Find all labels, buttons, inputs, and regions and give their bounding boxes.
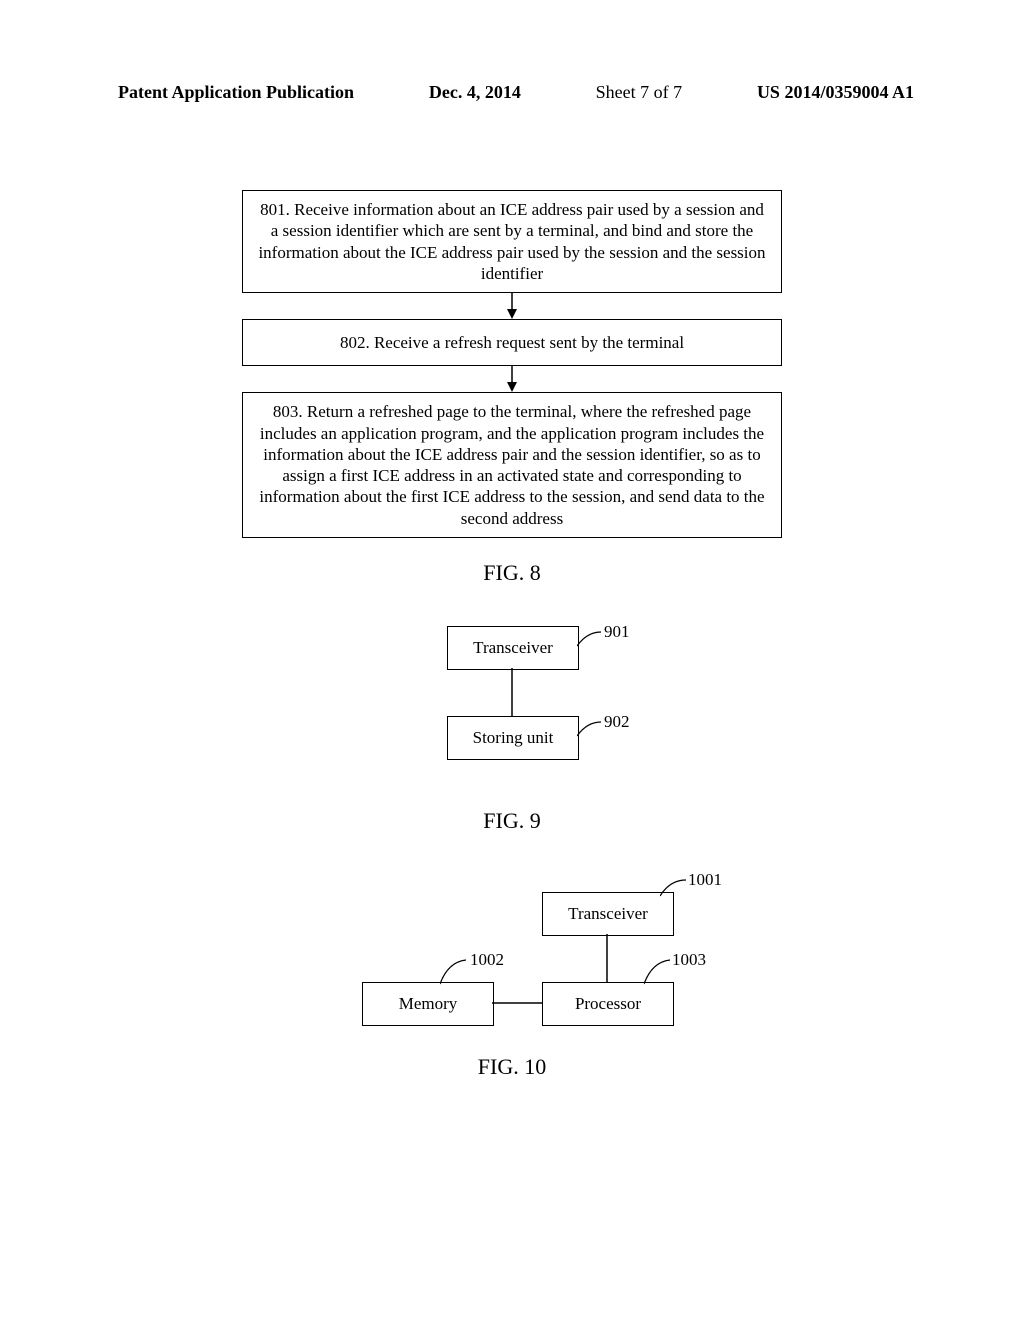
figure-10-label: FIG. 10: [0, 1054, 1024, 1080]
block-memory-1002: Memory: [362, 982, 494, 1026]
figure-9-label: FIG. 9: [0, 808, 1024, 834]
flow-box-801: 801. Receive information about an ICE ad…: [242, 190, 782, 293]
page-header: Patent Application Publication Dec. 4, 2…: [118, 82, 914, 103]
header-pubno: US 2014/0359004 A1: [757, 82, 914, 103]
header-sheet: Sheet 7 of 7: [596, 82, 682, 103]
arrow-icon: [242, 293, 782, 319]
flow-box-803: 803. Return a refreshed page to the term…: [242, 392, 782, 538]
figure-9: Transceiver 901 Storing unit 902: [242, 626, 782, 786]
block-storing-unit-902: Storing unit: [447, 716, 579, 760]
ref-1002: 1002: [470, 950, 504, 970]
ref-1003: 1003: [672, 950, 706, 970]
figure-8: 801. Receive information about an ICE ad…: [242, 190, 782, 538]
ref-1001: 1001: [688, 870, 722, 890]
page-content: 801. Receive information about an ICE ad…: [0, 190, 1024, 1120]
header-title: Patent Application Publication: [118, 82, 354, 103]
connector-line-icon: [511, 668, 513, 716]
connector-line-icon: [606, 934, 608, 982]
connector-line-icon: [492, 1002, 542, 1004]
ref-902: 902: [604, 712, 630, 732]
block-transceiver-901: Transceiver: [447, 626, 579, 670]
figure-10: Transceiver 1001 Memory 1002 Processor 1…: [242, 874, 782, 1044]
header-date: Dec. 4, 2014: [429, 82, 521, 103]
block-transceiver-1001: Transceiver: [542, 892, 674, 936]
flow-box-802: 802. Receive a refresh request sent by t…: [242, 319, 782, 366]
arrow-icon: [242, 366, 782, 392]
block-processor-1003: Processor: [542, 982, 674, 1026]
figure-8-label: FIG. 8: [0, 560, 1024, 586]
ref-901: 901: [604, 622, 630, 642]
